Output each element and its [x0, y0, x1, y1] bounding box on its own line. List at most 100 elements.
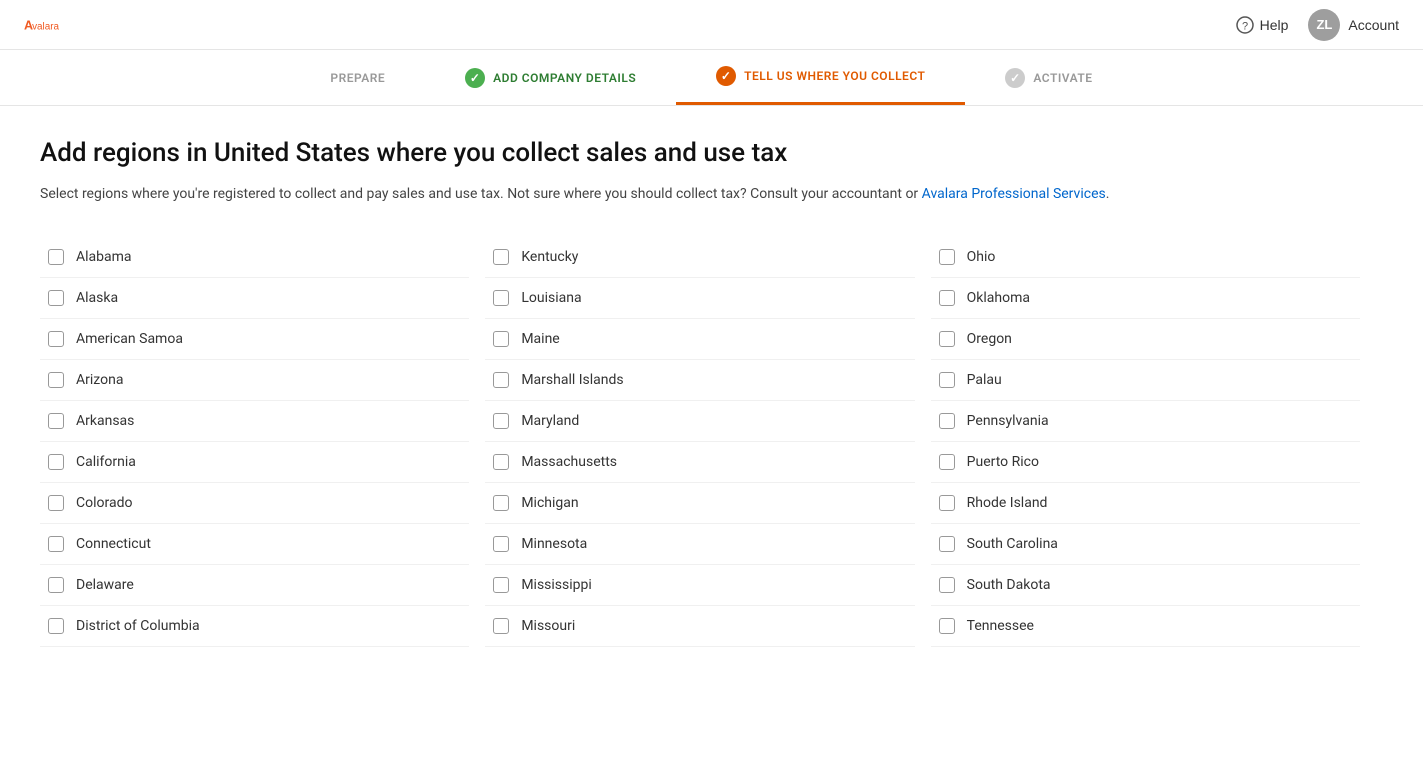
help-label: Help: [1260, 17, 1289, 33]
list-item[interactable]: Massachusetts: [485, 442, 914, 483]
list-item[interactable]: Minnesota: [485, 524, 914, 565]
step-prepare-label: PREPARE: [330, 71, 385, 85]
step-activate-label: ACTIVATE: [1033, 71, 1092, 85]
checkbox-ohio[interactable]: [939, 249, 955, 265]
checkbox-mississippi[interactable]: [493, 577, 509, 593]
list-item[interactable]: Michigan: [485, 483, 914, 524]
region-label: Alaska: [76, 290, 118, 306]
region-label: Kentucky: [521, 249, 578, 265]
region-label: Minnesota: [521, 536, 587, 552]
list-item[interactable]: Oregon: [931, 319, 1360, 360]
region-label: South Dakota: [967, 577, 1051, 593]
region-label: Rhode Island: [967, 495, 1048, 511]
region-label: Oregon: [967, 331, 1012, 347]
list-item[interactable]: Connecticut: [40, 524, 469, 565]
list-item[interactable]: Maryland: [485, 401, 914, 442]
checkbox-california[interactable]: [48, 454, 64, 470]
list-item[interactable]: Mississippi: [485, 565, 914, 606]
checkbox-minnesota[interactable]: [493, 536, 509, 552]
list-item[interactable]: Alaska: [40, 278, 469, 319]
help-button[interactable]: ? Help: [1236, 16, 1289, 34]
list-item[interactable]: Oklahoma: [931, 278, 1360, 319]
checkbox-delaware[interactable]: [48, 577, 64, 593]
region-label: Alabama: [76, 249, 132, 265]
list-item[interactable]: Missouri: [485, 606, 914, 647]
page-description: Select regions where you're registered t…: [40, 184, 1360, 205]
region-label: Delaware: [76, 577, 134, 593]
region-label: Missouri: [521, 618, 575, 634]
checkbox-alabama[interactable]: [48, 249, 64, 265]
list-item[interactable]: Rhode Island: [931, 483, 1360, 524]
region-column-2: Kentucky Louisiana Maine Marshall Island…: [485, 237, 914, 647]
account-button[interactable]: ZL Account: [1308, 9, 1399, 41]
checkbox-district-of-columbia[interactable]: [48, 618, 64, 634]
list-item[interactable]: Kentucky: [485, 237, 914, 278]
list-item[interactable]: Louisiana: [485, 278, 914, 319]
checkbox-south-carolina[interactable]: [939, 536, 955, 552]
checkbox-rhode-island[interactable]: [939, 495, 955, 511]
checkbox-michigan[interactable]: [493, 495, 509, 511]
region-label: Colorado: [76, 495, 132, 511]
checkbox-maine[interactable]: [493, 331, 509, 347]
list-item[interactable]: South Dakota: [931, 565, 1360, 606]
checkbox-palau[interactable]: [939, 372, 955, 388]
checkbox-missouri[interactable]: [493, 618, 509, 634]
region-label: Maine: [521, 331, 559, 347]
checkbox-tennessee[interactable]: [939, 618, 955, 634]
step-activate: ✓ ACTIVATE: [965, 52, 1132, 104]
checkbox-maryland[interactable]: [493, 413, 509, 429]
region-label: Palau: [967, 372, 1002, 388]
region-label: Ohio: [967, 249, 996, 265]
list-item[interactable]: Arkansas: [40, 401, 469, 442]
checkbox-marshall-islands[interactable]: [493, 372, 509, 388]
step-prepare: PREPARE: [290, 55, 425, 101]
region-label: Connecticut: [76, 536, 151, 552]
logo: A valara: [24, 7, 60, 43]
step-tell-us-where-you-collect-label: TELL US WHERE YOU COLLECT: [744, 69, 925, 83]
checkbox-american-samoa[interactable]: [48, 331, 64, 347]
svg-text:valara: valara: [32, 21, 59, 32]
checkbox-puerto-rico[interactable]: [939, 454, 955, 470]
list-item[interactable]: American Samoa: [40, 319, 469, 360]
list-item[interactable]: District of Columbia: [40, 606, 469, 647]
checkbox-massachusetts[interactable]: [493, 454, 509, 470]
avalara-services-link[interactable]: Avalara Professional Services: [922, 186, 1106, 202]
checkbox-alaska[interactable]: [48, 290, 64, 306]
list-item[interactable]: Delaware: [40, 565, 469, 606]
region-label: Michigan: [521, 495, 578, 511]
page-title: Add regions in United States where you c…: [40, 138, 1360, 168]
step-add-company-details-label: ADD COMPANY DETAILS: [493, 71, 636, 85]
help-icon: ?: [1236, 16, 1254, 34]
region-column-1: Alabama Alaska American Samoa Arizona Ar…: [40, 237, 469, 647]
checkbox-arkansas[interactable]: [48, 413, 64, 429]
region-label: Louisiana: [521, 290, 581, 306]
list-item[interactable]: Ohio: [931, 237, 1360, 278]
region-label: Oklahoma: [967, 290, 1030, 306]
step-tell-us-where-you-collect: ✓ TELL US WHERE YOU COLLECT: [676, 50, 965, 105]
list-item[interactable]: Arizona: [40, 360, 469, 401]
region-label: Tennessee: [967, 618, 1034, 634]
list-item[interactable]: Maine: [485, 319, 914, 360]
checkbox-south-dakota[interactable]: [939, 577, 955, 593]
region-label: California: [76, 454, 136, 470]
region-label: South Carolina: [967, 536, 1058, 552]
checkbox-kentucky[interactable]: [493, 249, 509, 265]
list-item[interactable]: Palau: [931, 360, 1360, 401]
checkbox-pennsylvania[interactable]: [939, 413, 955, 429]
checkbox-louisiana[interactable]: [493, 290, 509, 306]
checkbox-connecticut[interactable]: [48, 536, 64, 552]
region-column-3: Ohio Oklahoma Oregon Palau Pennsylvania …: [931, 237, 1360, 647]
checkbox-oregon[interactable]: [939, 331, 955, 347]
checkbox-colorado[interactable]: [48, 495, 64, 511]
list-item[interactable]: Pennsylvania: [931, 401, 1360, 442]
list-item[interactable]: Colorado: [40, 483, 469, 524]
list-item[interactable]: California: [40, 442, 469, 483]
list-item[interactable]: Marshall Islands: [485, 360, 914, 401]
list-item[interactable]: Tennessee: [931, 606, 1360, 647]
list-item[interactable]: Puerto Rico: [931, 442, 1360, 483]
checkbox-arizona[interactable]: [48, 372, 64, 388]
checkbox-oklahoma[interactable]: [939, 290, 955, 306]
region-label: Maryland: [521, 413, 579, 429]
list-item[interactable]: South Carolina: [931, 524, 1360, 565]
list-item[interactable]: Alabama: [40, 237, 469, 278]
